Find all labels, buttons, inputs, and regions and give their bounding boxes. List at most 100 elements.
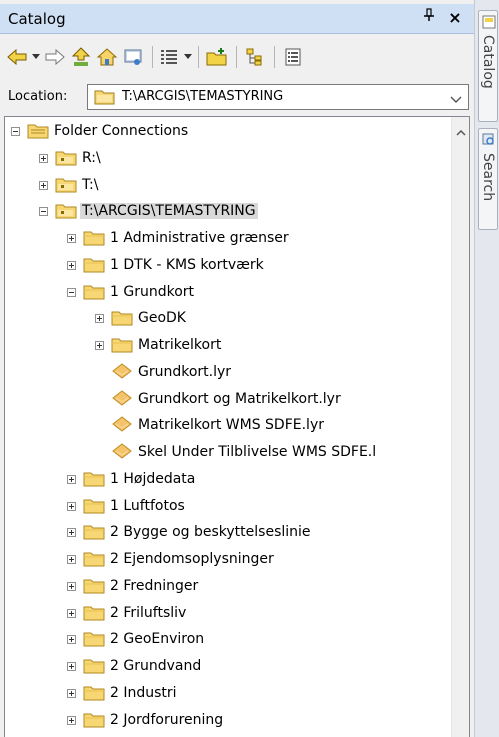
tree-node-label: R:\ bbox=[82, 149, 101, 166]
window-title: Catalog bbox=[8, 10, 66, 28]
tree-node-label: Folder Connections bbox=[54, 123, 189, 139]
layer-file-icon bbox=[111, 363, 133, 384]
expand-icon[interactable] bbox=[67, 581, 76, 591]
tree-node-label: Matrikelkort bbox=[138, 337, 222, 353]
folder-icon bbox=[83, 577, 105, 598]
layer-file-icon bbox=[111, 443, 133, 464]
folder-icon bbox=[83, 550, 105, 571]
folder-icon bbox=[111, 309, 133, 330]
expand-icon[interactable] bbox=[67, 555, 76, 564]
tree-node-label: T:\ARCGIS\TEMASTYRING bbox=[80, 203, 258, 220]
side-tab-strip: Catalog Search bbox=[474, 0, 499, 737]
expand-icon[interactable] bbox=[67, 528, 76, 538]
scroll-up-icon[interactable] bbox=[456, 125, 466, 140]
close-button[interactable]: × bbox=[446, 8, 464, 28]
chevron-down-icon[interactable] bbox=[450, 93, 462, 108]
catalog-icon bbox=[482, 15, 496, 33]
toolbar-separator bbox=[236, 46, 237, 68]
search-icon bbox=[482, 133, 496, 151]
catalog-titlebar[interactable]: Catalog × bbox=[0, 4, 474, 34]
folder-icon bbox=[83, 711, 105, 732]
tree-node-label: GeoDK bbox=[138, 310, 186, 327]
home-folder-icon[interactable] bbox=[96, 46, 118, 68]
folder-connection-icon bbox=[55, 149, 77, 170]
folder-icon bbox=[83, 630, 105, 651]
forward-arrow-icon[interactable] bbox=[44, 46, 66, 68]
location-combobox[interactable]: T:\ARCGIS\TEMASTYRING bbox=[87, 84, 469, 110]
folder-icon bbox=[83, 523, 105, 544]
expand-icon[interactable] bbox=[67, 260, 76, 270]
tree-node-label: T:\ bbox=[82, 176, 99, 193]
expand-icon[interactable] bbox=[67, 688, 76, 698]
expand-icon[interactable] bbox=[67, 501, 76, 511]
expand-icon[interactable] bbox=[67, 234, 76, 243]
layer-file-icon bbox=[111, 416, 133, 437]
tree-node-label: Matrikelkort WMS SDFE.lyr bbox=[138, 417, 324, 434]
views-dropdown-icon[interactable] bbox=[184, 54, 192, 59]
pin-icon[interactable] bbox=[420, 8, 438, 28]
toolbar-separator bbox=[152, 46, 153, 68]
catalog-window: Catalog × Location: T:\ARCGIS\TEMASTYRIN… bbox=[0, 0, 474, 737]
expand-icon[interactable] bbox=[67, 608, 76, 618]
tree-node-label: 2 Industri bbox=[110, 684, 177, 701]
expand-icon[interactable] bbox=[95, 341, 104, 350]
tree-node-label: 1 Højdedata bbox=[110, 470, 196, 487]
tree-node-label: 1 Luftfotos bbox=[110, 497, 185, 514]
tab-search[interactable]: Search bbox=[478, 128, 498, 230]
tree-node-label: 2 Jordforurening bbox=[110, 711, 224, 728]
new-folder-icon[interactable] bbox=[206, 46, 228, 68]
expand-icon[interactable] bbox=[67, 715, 76, 725]
toolbar-separator bbox=[274, 46, 275, 68]
expand-icon[interactable] bbox=[67, 635, 76, 645]
tree-node-label: 2 Friluftsliv bbox=[110, 604, 187, 621]
location-value: T:\ARCGIS\TEMASTYRING bbox=[122, 89, 284, 104]
folder-icon bbox=[111, 336, 133, 357]
tree-node-label: 1 Administrative grænser bbox=[110, 230, 289, 246]
options-icon[interactable] bbox=[282, 46, 304, 68]
back-dropdown-icon[interactable] bbox=[32, 54, 40, 59]
collapse-icon[interactable] bbox=[67, 287, 76, 297]
collapse-icon[interactable] bbox=[39, 207, 48, 217]
expand-icon[interactable] bbox=[95, 314, 104, 324]
folder-icon bbox=[83, 497, 105, 518]
location-label: Location: bbox=[8, 89, 68, 104]
catalog-tree: Folder Connections R:\ T:\ T:\ARCGIS\TEMAST… bbox=[4, 116, 470, 737]
folder-icon bbox=[83, 229, 105, 250]
location-row: Location: T:\ARCGIS\TEMASTYRING bbox=[0, 80, 474, 114]
tree-node-label: Grundkort.lyr bbox=[138, 363, 232, 380]
tree-node-label: 2 Bygge og beskyttelseslinie bbox=[110, 524, 311, 541]
tree-node-label: 1 DTK - KMS kortværk bbox=[110, 256, 264, 273]
folder-connection-icon bbox=[55, 202, 77, 223]
toggle-contents-icon[interactable] bbox=[244, 46, 266, 68]
collapse-icon[interactable] bbox=[11, 127, 20, 136]
expand-icon[interactable] bbox=[39, 153, 48, 163]
up-one-level-icon[interactable] bbox=[70, 46, 92, 68]
folder-connection-icon bbox=[55, 176, 77, 197]
tab-catalog[interactable]: Catalog bbox=[478, 10, 498, 122]
back-arrow-icon[interactable] bbox=[6, 46, 28, 68]
folder-icon bbox=[83, 657, 105, 678]
views-icon[interactable] bbox=[158, 46, 180, 68]
tree-node-label: Grundkort og Matrikelkort.lyr bbox=[138, 390, 341, 407]
expand-icon[interactable] bbox=[39, 180, 48, 190]
tab-catalog-label: Catalog bbox=[480, 35, 496, 89]
catalog-toolbar bbox=[0, 34, 474, 80]
tree-content: Folder Connections R:\ T:\ T:\ARCGIS\TEMAST… bbox=[5, 117, 451, 737]
expand-icon[interactable] bbox=[67, 662, 76, 671]
tree-node-label: 2 GeoEnviron bbox=[110, 631, 205, 648]
folder-connection-icon bbox=[94, 89, 116, 109]
folder-icon bbox=[83, 604, 105, 625]
toolbar-separator bbox=[198, 46, 199, 68]
connect-folder-icon[interactable] bbox=[122, 46, 144, 68]
tree-node-label: 2 Ejendomsoplysninger bbox=[110, 551, 274, 567]
expand-icon[interactable] bbox=[67, 474, 76, 484]
folder-connections-icon bbox=[27, 122, 49, 143]
tree-node-label: 1 Grundkort bbox=[110, 283, 195, 300]
tree-node-label: 2 Fredninger bbox=[110, 577, 199, 594]
layer-file-icon bbox=[111, 389, 133, 411]
folder-icon bbox=[83, 256, 105, 277]
tree-node-label: Skel Under Tilblivelse WMS SDFE.l bbox=[138, 444, 377, 460]
folder-icon bbox=[83, 684, 105, 705]
folder-icon bbox=[83, 470, 105, 491]
vertical-scrollbar[interactable] bbox=[451, 117, 469, 737]
